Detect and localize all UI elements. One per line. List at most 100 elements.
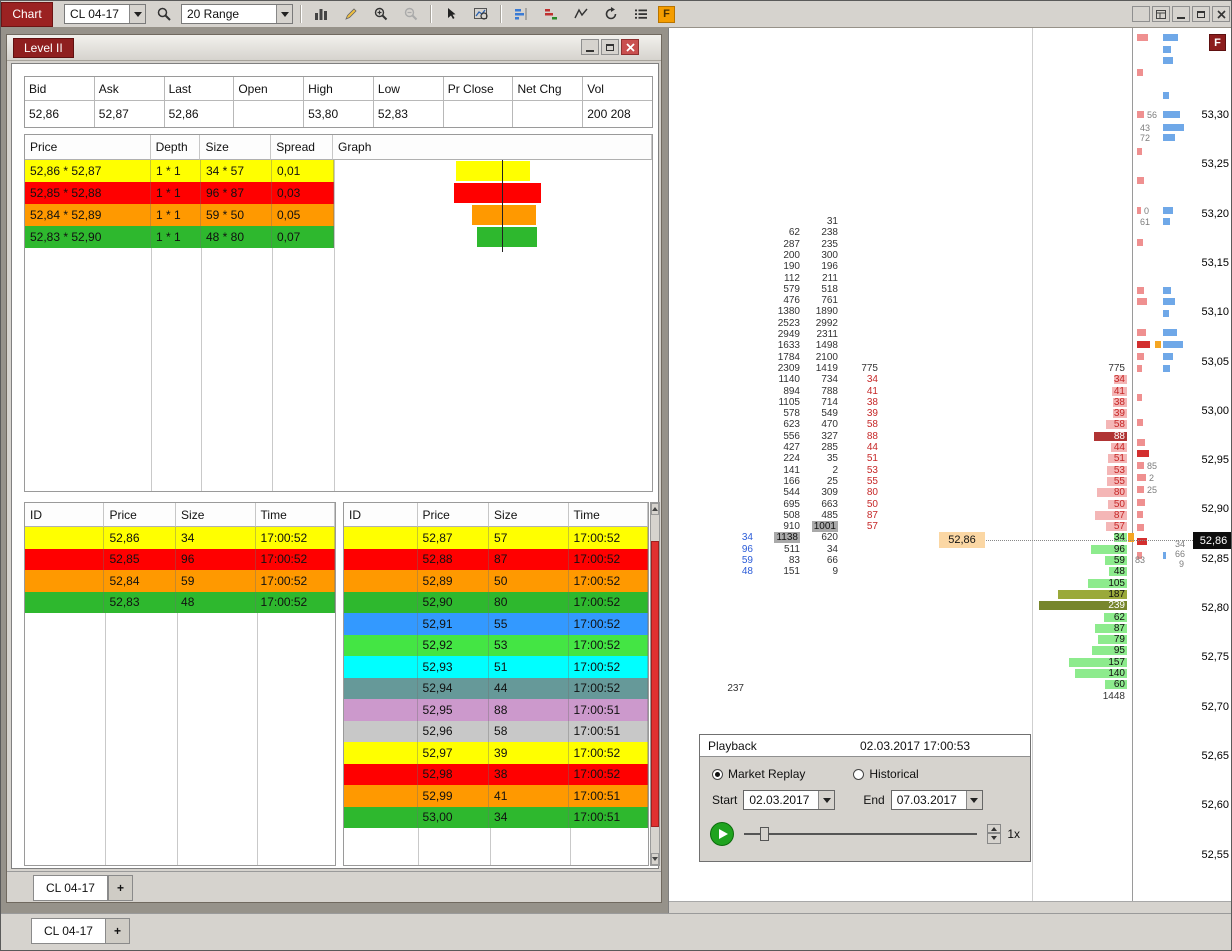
- time-sales-row: 52,84 59 17:00:52: [25, 570, 335, 592]
- scroll-up-arrow[interactable]: [651, 503, 659, 515]
- time-sales-row: 52,99 41 17:00:51: [344, 785, 648, 807]
- ask-size-value: 34: [866, 374, 878, 386]
- slider-thumb[interactable]: [760, 827, 769, 841]
- ts-cell: 59: [176, 570, 256, 592]
- profile-right-value: 788: [821, 385, 838, 397]
- play-button[interactable]: [710, 822, 734, 846]
- start-date-select[interactable]: 02.03.2017: [743, 790, 836, 810]
- bar-chart-icon[interactable]: [308, 3, 333, 26]
- bid-volume-value: 157: [1108, 656, 1125, 668]
- ts-cell: 87: [489, 548, 569, 570]
- list-icon[interactable]: [628, 3, 653, 26]
- ask-volume-value: 44: [1113, 442, 1125, 453]
- zoom-out-icon[interactable]: [398, 3, 423, 26]
- ts-cell: 17:00:52: [569, 527, 648, 549]
- instrument-tab[interactable]: CL 04-17: [33, 875, 108, 901]
- dom-header-cell: Size: [200, 135, 272, 160]
- ts-cell: 52,89: [418, 570, 490, 592]
- close-icon: [1216, 9, 1226, 19]
- layout-icon[interactable]: [1152, 6, 1170, 22]
- volume-count-label: 56: [1147, 110, 1158, 120]
- extra-button[interactable]: [1132, 6, 1150, 22]
- ts-cell: 53,00: [418, 806, 490, 828]
- minimize-button[interactable]: [1172, 6, 1190, 22]
- chart-window-tab[interactable]: Chart: [1, 1, 53, 27]
- quote-header-cell: Last: [164, 77, 235, 101]
- ts-cell: 52,91: [418, 613, 490, 635]
- playback-mode-group: Market Replay Historical: [712, 767, 1030, 781]
- end-date-select[interactable]: 07.03.2017: [890, 790, 983, 810]
- add-tab-button[interactable]: +: [108, 875, 134, 901]
- zoom-in-icon[interactable]: [368, 3, 393, 26]
- instrument-select[interactable]: CL 04-17: [64, 4, 146, 24]
- scroll-down-arrow[interactable]: [651, 853, 659, 865]
- profile-right-value: 327: [821, 430, 838, 442]
- quote-header-cell: Vol: [583, 77, 653, 101]
- ts-cell: 41: [489, 785, 569, 807]
- ts-cell: 52,97: [418, 742, 490, 764]
- dom-cell: 52,83 * 52,90: [25, 226, 151, 248]
- dom-row[interactable]: 52,83 * 52,90 1 * 1 48 * 80 0,07: [25, 226, 334, 248]
- speed-spinner[interactable]: [987, 824, 1002, 844]
- window-controls: [1132, 6, 1230, 22]
- profile-left-value: 511: [784, 543, 800, 555]
- spinner-down-icon[interactable]: [987, 833, 1002, 844]
- position-slider[interactable]: [744, 825, 978, 843]
- ask-size-value: 38: [866, 396, 878, 408]
- chart-inspect-icon[interactable]: [468, 3, 493, 26]
- volume-count-label: 43: [1140, 123, 1151, 133]
- bid-volume-value: 187: [1108, 588, 1125, 600]
- pencil-icon[interactable]: [338, 3, 363, 26]
- vertical-scrollbar[interactable]: [650, 502, 660, 866]
- quote-value-cell: [444, 101, 514, 127]
- ask-size-value: 50: [866, 498, 878, 510]
- ts-cell: 52,85: [104, 548, 177, 570]
- ts-cell: 17:00:52: [569, 677, 648, 699]
- dom-row[interactable]: 52,85 * 52,88 1 * 1 96 * 87 0,03: [25, 182, 334, 204]
- dom-row[interactable]: 52,86 * 52,87 1 * 1 34 * 57 0,01: [25, 160, 334, 182]
- historical-radio[interactable]: Historical: [853, 767, 919, 781]
- restore-button[interactable]: [1192, 6, 1210, 22]
- level2-titlebar[interactable]: Level II: [7, 35, 661, 61]
- cursor-icon[interactable]: [438, 3, 463, 26]
- dom-row[interactable]: 52,84 * 52,89 1 * 1 59 * 50 0,05: [25, 204, 334, 226]
- ts-cell: 55: [489, 613, 569, 635]
- ts-cell: 80: [489, 591, 569, 613]
- ts-header-cell: Price: [417, 503, 490, 527]
- sell-volume-bar: [1137, 34, 1148, 41]
- volume-count-label: 61: [1140, 217, 1151, 227]
- close-button[interactable]: [1212, 6, 1230, 22]
- maximize-button[interactable]: [601, 39, 619, 55]
- end-label: End: [863, 793, 885, 807]
- market-depth-icon[interactable]: [508, 3, 533, 26]
- f-badge[interactable]: F: [658, 5, 675, 23]
- spinner-up-icon[interactable]: [987, 824, 1002, 833]
- profile-left-value: 544: [783, 487, 800, 499]
- dom-cell: 96 * 87: [201, 182, 272, 204]
- zigzag-icon[interactable]: [568, 3, 593, 26]
- price-axis-label: 53,25: [1201, 158, 1229, 171]
- price-axis-label: 53,00: [1201, 404, 1229, 417]
- profile-right-value: 66: [826, 555, 838, 566]
- dom-cell: 52,85 * 52,88: [25, 182, 151, 204]
- chart-f-badge[interactable]: F: [1209, 34, 1226, 51]
- ask-volume-value: 55: [1113, 475, 1125, 487]
- search-icon[interactable]: [151, 3, 176, 26]
- profile-left-value: 579: [783, 283, 800, 295]
- workspace-add-tab[interactable]: +: [105, 918, 131, 944]
- close-button[interactable]: [621, 39, 639, 55]
- level2-content: Bid Ask Last Open High Low Pr Close Net Chg Vol …: [11, 63, 660, 869]
- reload-icon[interactable]: [598, 3, 623, 26]
- time-sales-row: 52,85 96 17:00:52: [25, 548, 335, 570]
- workspace-tab[interactable]: CL 04-17: [31, 918, 106, 944]
- scrollbar-thumb[interactable]: [651, 541, 659, 827]
- chart-horizontal-scrollbar[interactable]: [669, 901, 1231, 913]
- ts-cell: [344, 656, 418, 678]
- buy-volume-bar: [1163, 329, 1177, 336]
- buy-volume-bar: [1163, 341, 1183, 348]
- market-replay-radio[interactable]: Market Replay: [712, 767, 805, 781]
- ts-header-cell: Size: [489, 503, 569, 527]
- range-select[interactable]: 20 Range: [181, 4, 293, 24]
- footprint-icon[interactable]: [538, 3, 563, 26]
- minimize-button[interactable]: [581, 39, 599, 55]
